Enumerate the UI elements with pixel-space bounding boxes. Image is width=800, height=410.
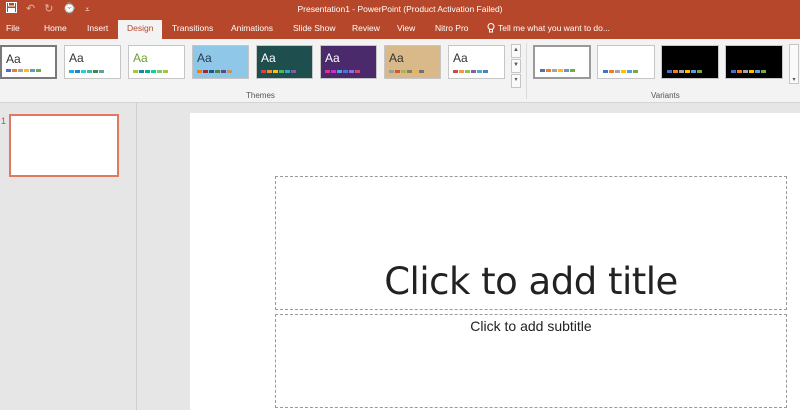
variant-color-swatches — [667, 70, 702, 73]
tab-insert[interactable]: Insert — [87, 23, 108, 33]
theme-color-swatches — [6, 69, 41, 72]
theme-thumbnail[interactable]: Aa — [448, 45, 505, 79]
tab-slide-show[interactable]: Slide Show — [293, 23, 336, 33]
title-bar: ↶ ↻ ⌚ ⩡ Presentation1 - PowerPoint (Prod… — [0, 0, 800, 18]
theme-color-swatches — [389, 70, 424, 73]
theme-sample-text: Aa — [453, 51, 468, 65]
theme-thumbnail[interactable]: Aa — [256, 45, 313, 79]
theme-color-swatches — [197, 70, 232, 73]
tab-transitions[interactable]: Transitions — [172, 23, 213, 33]
variants-group-label: Variants — [651, 91, 680, 100]
subtitle-placeholder-text: Click to add subtitle — [470, 318, 592, 334]
theme-thumbnail[interactable]: Aa — [320, 45, 377, 79]
theme-thumbnail[interactable]: Aa — [384, 45, 441, 79]
theme-thumbnail[interactable]: Aa — [128, 45, 185, 79]
theme-thumbnail[interactable]: Aa — [0, 45, 57, 79]
scroll-up-icon[interactable]: ▲ — [511, 44, 521, 58]
tab-review[interactable]: Review — [352, 23, 380, 33]
tab-file[interactable]: File — [6, 23, 20, 33]
slide-thumbnail[interactable] — [9, 114, 119, 177]
scroll-down-icon[interactable]: ▼ — [511, 59, 521, 73]
theme-color-swatches — [133, 70, 168, 73]
ribbon-tabs: File Home Insert Design Transitions Anim… — [0, 18, 800, 39]
slide-number: 1 — [1, 116, 7, 126]
tell-me-box[interactable]: Tell me what you want to do... — [487, 23, 610, 33]
group-divider — [526, 43, 527, 99]
theme-color-swatches — [453, 70, 488, 73]
theme-sample-text: Aa — [197, 51, 212, 65]
theme-color-swatches — [69, 70, 104, 73]
theme-sample-text: Aa — [325, 51, 340, 65]
variant-color-swatches — [731, 70, 766, 73]
tab-view[interactable]: View — [397, 23, 415, 33]
variants-more-icon[interactable]: ▾ — [789, 44, 799, 84]
title-placeholder[interactable]: Click to add title — [275, 176, 787, 310]
theme-color-swatches — [325, 70, 360, 73]
theme-sample-text: Aa — [261, 51, 276, 65]
themes-gallery-scroll: ▲ ▼ ▾ — [511, 44, 521, 88]
tell-me-label: Tell me what you want to do... — [498, 23, 610, 33]
variant-color-swatches — [603, 70, 638, 73]
theme-color-swatches — [261, 70, 296, 73]
theme-sample-text: Aa — [6, 52, 21, 66]
subtitle-placeholder[interactable]: Click to add subtitle — [275, 314, 787, 408]
gallery-more-icon[interactable]: ▾ — [511, 74, 521, 88]
theme-sample-text: Aa — [69, 51, 84, 65]
lightbulb-icon — [487, 23, 495, 33]
themes-group-label: Themes — [246, 91, 275, 100]
variant-thumbnail[interactable] — [661, 45, 719, 79]
tab-nitro-pro[interactable]: Nitro Pro — [435, 23, 469, 33]
tab-home[interactable]: Home — [44, 23, 67, 33]
variant-thumbnail[interactable] — [533, 45, 591, 79]
title-placeholder-text: Click to add title — [384, 260, 678, 303]
theme-sample-text: Aa — [133, 51, 148, 65]
tab-design[interactable]: Design — [118, 20, 163, 39]
variant-thumbnail[interactable] — [597, 45, 655, 79]
theme-thumbnail[interactable]: Aa — [192, 45, 249, 79]
variant-thumbnail[interactable] — [725, 45, 783, 79]
tab-animations[interactable]: Animations — [231, 23, 273, 33]
variant-color-swatches — [540, 69, 575, 72]
theme-sample-text: Aa — [389, 51, 404, 65]
window-title: Presentation1 - PowerPoint (Product Acti… — [297, 4, 503, 14]
theme-thumbnail[interactable]: Aa — [64, 45, 121, 79]
